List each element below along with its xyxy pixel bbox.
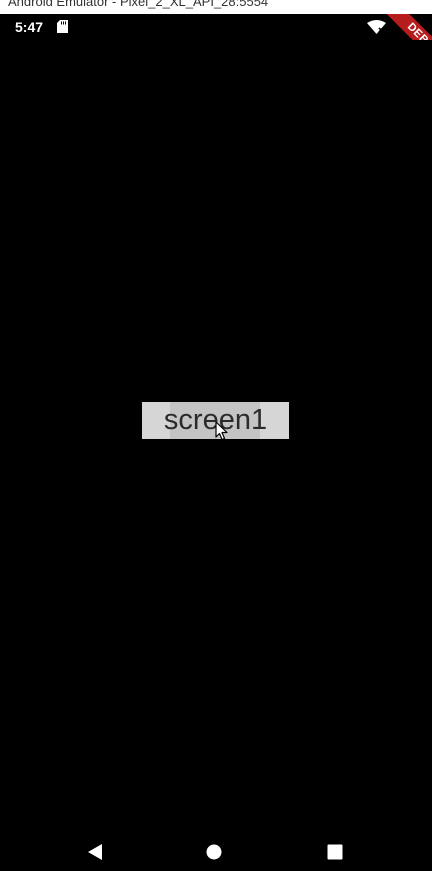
status-time: 5:47 xyxy=(15,19,44,35)
recents-icon[interactable] xyxy=(327,844,343,860)
wifi-icon xyxy=(367,20,386,34)
back-icon[interactable] xyxy=(87,844,103,860)
home-icon[interactable] xyxy=(206,844,222,860)
sd-card-icon xyxy=(57,20,68,33)
battery-icon xyxy=(408,19,416,34)
mouse-pointer-icon xyxy=(215,421,228,441)
window-title: Android Emulator - Pixel_2_XL_API_28:555… xyxy=(8,0,269,9)
status-bar: 5:47 xyxy=(0,14,432,40)
navigation-bar xyxy=(0,830,432,871)
emulator-window-title-bar: Android Emulator - Pixel_2_XL_API_28:555… xyxy=(0,0,432,14)
